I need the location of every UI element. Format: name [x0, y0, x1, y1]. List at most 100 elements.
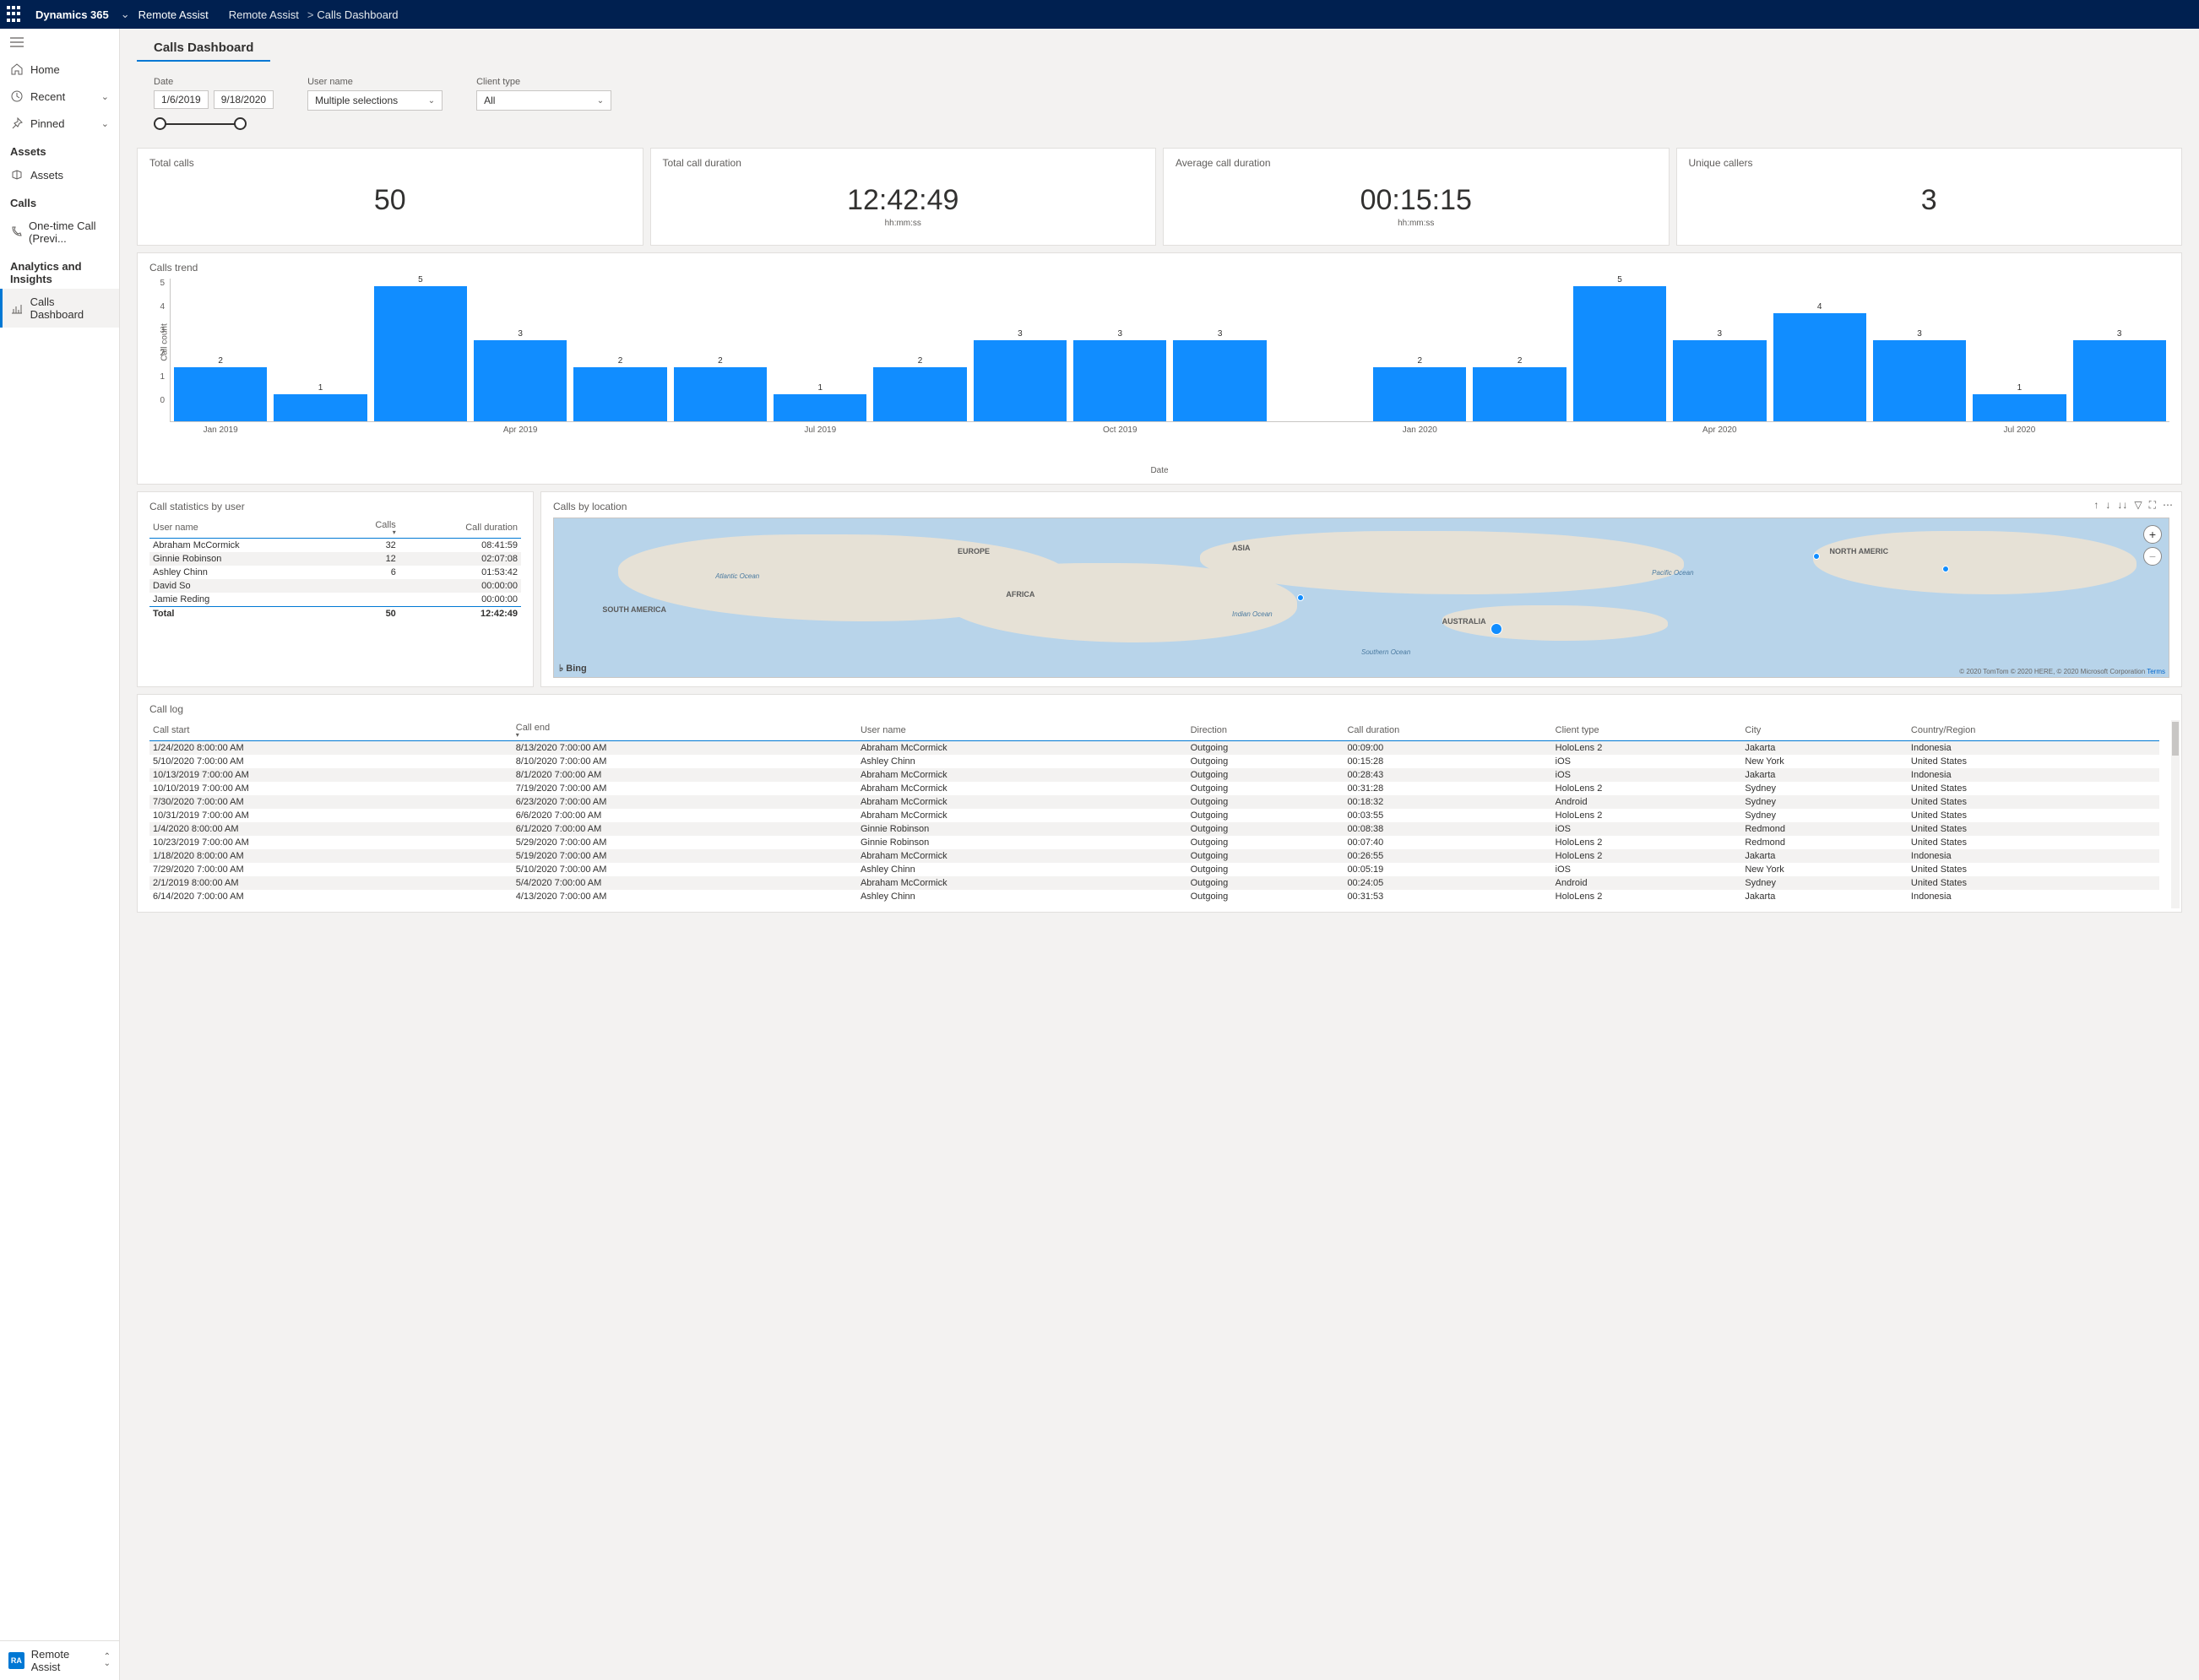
map-dot[interactable]: [1297, 594, 1304, 601]
col-start[interactable]: Call start: [149, 720, 513, 741]
bar[interactable]: 1: [774, 383, 866, 421]
phone-icon: [10, 225, 22, 239]
date-from-input[interactable]: 1/6/2019: [154, 90, 209, 109]
terms-link[interactable]: Terms: [2147, 668, 2165, 675]
stats-table: User name Calls▾ Call duration Abraham M…: [149, 518, 521, 621]
zoom-out-button[interactable]: −: [2143, 547, 2162, 566]
date-to-input[interactable]: 9/18/2020: [214, 90, 274, 109]
table-row[interactable]: 6/14/2020 7:00:00 AM4/13/2020 7:00:00 AM…: [149, 890, 2159, 903]
bar[interactable]: 2: [873, 356, 966, 421]
filter-user: User name Multiple selections ⌄: [307, 77, 443, 133]
breadcrumb-root[interactable]: Remote Assist: [229, 8, 299, 21]
table-row[interactable]: Jamie Reding00:00:00: [149, 593, 521, 607]
bar[interactable]: 4: [1773, 302, 1866, 421]
card-sublabel: hh:mm:ss: [663, 219, 1144, 228]
nav-home-label: Home: [30, 63, 60, 76]
nav-calls-dashboard[interactable]: Calls Dashboard: [0, 289, 119, 328]
col-user[interactable]: User name: [149, 518, 343, 539]
chevron-down-icon[interactable]: ⌄: [101, 91, 109, 102]
app-launcher-icon[interactable]: [7, 6, 24, 23]
bar[interactable]: 3: [1873, 329, 1966, 421]
col-duration[interactable]: Call duration: [1344, 720, 1551, 741]
user-dropdown[interactable]: Multiple selections ⌄: [307, 90, 443, 111]
map-dot[interactable]: [1490, 623, 1502, 635]
col-duration[interactable]: Call duration: [399, 518, 521, 539]
main-content: Calls Dashboard Date 1/6/2019 9/18/2020: [120, 29, 2199, 1680]
bar[interactable]: 2: [674, 356, 767, 421]
table-row[interactable]: 7/29/2020 7:00:00 AM5/10/2020 7:00:00 AM…: [149, 863, 2159, 876]
col-client[interactable]: Client type: [1552, 720, 1742, 741]
bar[interactable]: 3: [474, 329, 567, 421]
bar[interactable]: 2: [174, 356, 267, 421]
zoom-in-button[interactable]: +: [2143, 525, 2162, 544]
arrow-down-icon[interactable]: ↓: [2105, 499, 2110, 512]
table-row[interactable]: David So00:00:00: [149, 579, 521, 593]
hamburger-icon[interactable]: [0, 29, 119, 56]
bar[interactable]: 2: [573, 356, 666, 421]
pin-icon: [10, 117, 24, 130]
table-row[interactable]: 7/30/2020 7:00:00 AM6/23/2020 7:00:00 AM…: [149, 795, 2159, 809]
breadcrumb-sep: >: [307, 8, 314, 21]
bar[interactable]: 3: [1173, 329, 1266, 421]
bar[interactable]: 3: [2073, 329, 2166, 421]
col-direction[interactable]: Direction: [1187, 720, 1344, 741]
card-value: 00:15:15: [1176, 184, 1657, 217]
focus-icon[interactable]: ⛶: [2149, 499, 2156, 512]
map-toolbar: ↑ ↓ ↓↓ ▽ ⛶ ⋯: [2093, 499, 2173, 512]
bar[interactable]: 1: [1973, 383, 2066, 421]
table-row[interactable]: 1/18/2020 8:00:00 AM5/19/2020 7:00:00 AM…: [149, 849, 2159, 863]
table-row[interactable]: 2/1/2019 8:00:00 AM5/4/2020 7:00:00 AMAb…: [149, 876, 2159, 890]
sidebar-footer[interactable]: RA Remote Assist ⌃⌄: [0, 1640, 119, 1680]
more-icon[interactable]: ⋯: [2163, 499, 2173, 512]
table-row[interactable]: 1/4/2020 8:00:00 AM6/1/2020 7:00:00 AMGi…: [149, 822, 2159, 836]
arrow-up-icon[interactable]: ↑: [2093, 499, 2099, 512]
scrollbar[interactable]: [2171, 720, 2180, 908]
plot-area: 2153221233322534313 Jan 2019Apr 2019Jul …: [170, 279, 2169, 422]
table-row[interactable]: 1/24/2020 8:00:00 AM8/13/2020 7:00:00 AM…: [149, 741, 2159, 756]
nav-assets[interactable]: Assets: [0, 161, 119, 188]
nav-onetime-call[interactable]: One-time Call (Previ...: [0, 213, 119, 252]
bar[interactable]: 2: [1473, 356, 1566, 421]
nav-assets-label: Assets: [30, 169, 63, 182]
bar[interactable]: 3: [1073, 329, 1166, 421]
date-range-slider[interactable]: [154, 116, 247, 133]
nav-pinned[interactable]: Pinned ⌄: [0, 110, 119, 137]
col-user[interactable]: User name: [857, 720, 1187, 741]
topbar: Dynamics 365 ⌄ Remote Assist Remote Assi…: [0, 0, 2199, 29]
slider-handle-start[interactable]: [154, 117, 166, 130]
col-city[interactable]: City: [1741, 720, 1908, 741]
nav-home[interactable]: Home: [0, 56, 119, 83]
chevron-down-icon[interactable]: ⌄: [121, 8, 130, 21]
app-name: Remote Assist: [138, 8, 209, 21]
nav-recent[interactable]: Recent ⌄: [0, 83, 119, 110]
table-row[interactable]: 10/23/2019 7:00:00 AM5/29/2020 7:00:00 A…: [149, 836, 2159, 849]
client-dropdown[interactable]: All ⌄: [476, 90, 611, 111]
bar[interactable]: 2: [1373, 356, 1466, 421]
switcher-icon[interactable]: ⌃⌄: [104, 1654, 111, 1667]
table-row[interactable]: Ashley Chinn601:53:42: [149, 566, 521, 579]
bar[interactable]: 5: [374, 275, 467, 421]
slider-handle-end[interactable]: [234, 117, 247, 130]
drilldown-icon[interactable]: ↓↓: [2117, 499, 2127, 512]
col-country[interactable]: Country/Region: [1908, 720, 2159, 741]
chevron-down-icon[interactable]: ⌄: [101, 118, 109, 129]
table-row[interactable]: 5/10/2020 7:00:00 AM8/10/2020 7:00:00 AM…: [149, 755, 2159, 768]
world-map[interactable]: EUROPE ASIA NORTH AMERIC AFRICA SOUTH AM…: [553, 518, 2169, 678]
bar[interactable]: 1: [274, 383, 366, 421]
table-row[interactable]: Abraham McCormick3208:41:59: [149, 539, 521, 553]
table-row[interactable]: 10/31/2019 7:00:00 AM6/6/2020 7:00:00 AM…: [149, 809, 2159, 822]
bar[interactable]: 3: [974, 329, 1067, 421]
filter-icon[interactable]: ▽: [2134, 499, 2142, 512]
table-row[interactable]: 10/13/2019 7:00:00 AM8/1/2020 7:00:00 AM…: [149, 768, 2159, 782]
nav-calls-dash-label: Calls Dashboard: [30, 295, 109, 321]
filter-date-label: Date: [154, 77, 274, 87]
col-calls[interactable]: Calls▾: [343, 518, 399, 539]
bar[interactable]: 3: [1673, 329, 1766, 421]
scrollbar-thumb[interactable]: [2172, 722, 2179, 756]
map-label-asia: ASIA: [1232, 544, 1251, 552]
bar[interactable]: 5: [1573, 275, 1666, 421]
col-end[interactable]: Call end▾: [513, 720, 857, 741]
table-row[interactable]: Ginnie Robinson1202:07:08: [149, 552, 521, 566]
table-row[interactable]: 10/10/2019 7:00:00 AM7/19/2020 7:00:00 A…: [149, 782, 2159, 795]
calls-trend-chart[interactable]: Call count 543210 2153221233322534313 Ja…: [149, 279, 2169, 447]
